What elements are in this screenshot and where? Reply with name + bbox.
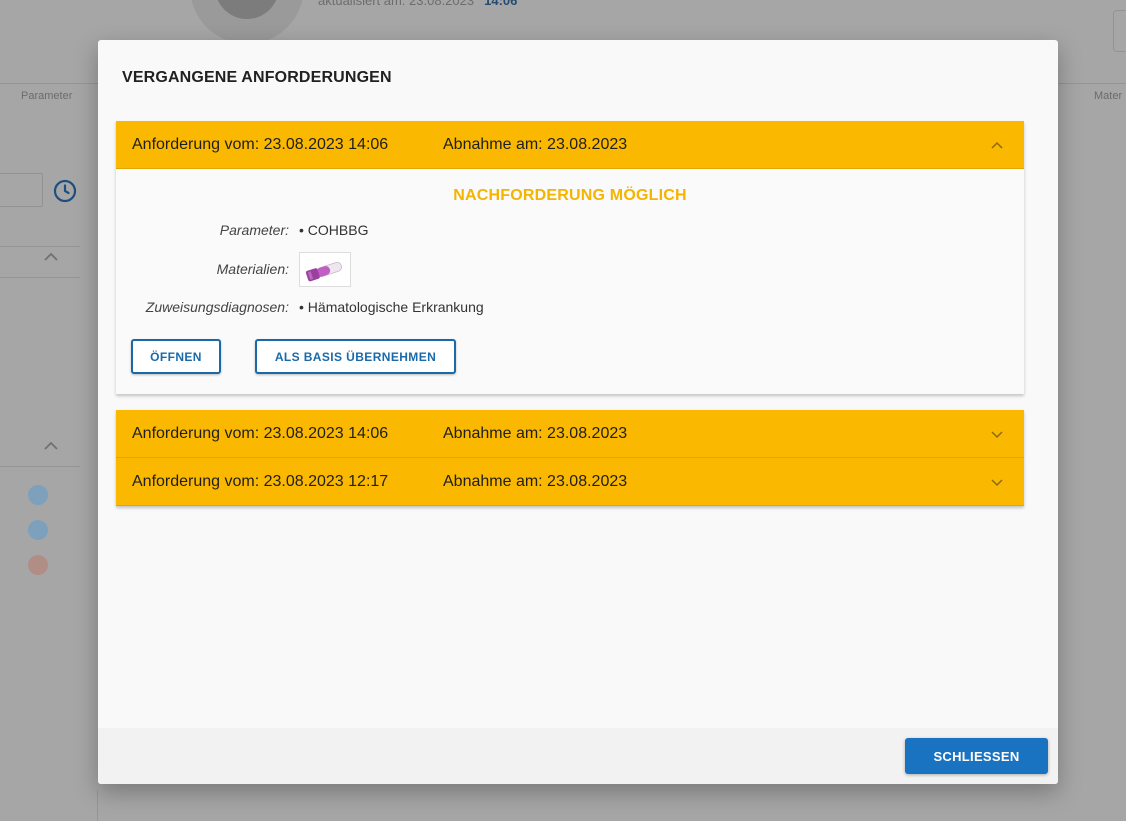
request-panel-header[interactable]: Anforderung vom: 23.08.2023 12:17 Abnahm… [116, 458, 1024, 506]
request-panel: Anforderung vom: 23.08.2023 14:06 Abnahm… [116, 410, 1024, 458]
patient-avatar [190, 0, 304, 44]
request-panel-body: NACHFORDERUNG MÖGLICH Parameter: • COHBB… [116, 169, 1024, 394]
request-date: Anforderung vom: 23.08.2023 14:06 [132, 135, 389, 153]
search-input[interactable] [0, 173, 43, 207]
dialog-title: VERGANGENE ANFORDERUNGEN [122, 69, 392, 86]
open-button[interactable]: ÖFFNEN [131, 339, 221, 374]
collection-date: Abnahme am: 23.08.2023 [443, 472, 628, 490]
collection-date: Abnahme am: 23.08.2023 [443, 424, 628, 442]
parameter-value-text: COHBBG [307, 222, 369, 238]
diagnosis-value: • Hämatologische Erkrankung [299, 299, 484, 315]
chevron-down-icon[interactable] [990, 429, 1004, 439]
tube-blue-icon [28, 485, 48, 505]
history-clock-icon[interactable] [53, 179, 77, 203]
request-date: Anforderung vom: 23.08.2023 12:17 [132, 472, 389, 490]
close-button[interactable]: SCHLIESSEN [905, 738, 1048, 774]
chevron-up-icon[interactable] [43, 252, 59, 262]
use-as-base-button[interactable]: ALS BASIS ÜBERNEHMEN [255, 339, 456, 374]
request-list: Anforderung vom: 23.08.2023 14:06 Abnahm… [116, 121, 1024, 506]
collection-date: Abnahme am: 23.08.2023 [443, 135, 628, 153]
request-panel-header[interactable]: Anforderung vom: 23.08.2023 14:06 Abnahm… [116, 410, 1024, 458]
lavender-blood-tube-icon [305, 262, 342, 282]
chevron-up-icon[interactable] [990, 140, 1004, 150]
request-panel: Anforderung vom: 23.08.2023 14:06 Abnahm… [116, 121, 1024, 394]
last-updated-time: 14:06 [484, 0, 518, 8]
divider [0, 246, 80, 247]
divider [0, 277, 80, 278]
column-header-material: Mater [1094, 90, 1123, 102]
chevron-down-icon[interactable] [990, 477, 1004, 487]
diagnosis-value-text: Hämatologische Erkrankung [307, 299, 484, 315]
request-date: Anforderung vom: 23.08.2023 14:06 [132, 424, 389, 442]
top-right-button[interactable] [1113, 10, 1126, 52]
material-label: Materialien: [216, 261, 289, 277]
request-panel-header[interactable]: Anforderung vom: 23.08.2023 14:06 Abnahm… [116, 121, 1024, 169]
divider [97, 790, 98, 821]
chevron-up-icon[interactable] [43, 441, 59, 451]
last-updated-label: aktualisiert am: 23.08.2023 [318, 0, 475, 8]
parameter-label: Parameter: [219, 222, 289, 238]
tube-red-icon [28, 555, 48, 575]
tube-blue-icon [28, 520, 48, 540]
dialog-footer: SCHLIESSEN [98, 728, 1058, 784]
column-header-parameter: Parameter [21, 90, 73, 102]
past-requests-dialog: VERGANGENE ANFORDERUNGEN Anforderung vom… [98, 40, 1058, 784]
last-updated: aktualisiert am: 23.08.2023 14:06 [318, 0, 517, 8]
divider [0, 466, 80, 467]
diagnosis-label: Zuweisungsdiagnosen: [145, 299, 289, 315]
request-panel: Anforderung vom: 23.08.2023 12:17 Abnahm… [116, 458, 1024, 506]
parameter-value: • COHBBG [299, 222, 369, 238]
material-tile [299, 252, 351, 287]
status-label: NACHFORDERUNG MÖGLICH [453, 187, 687, 204]
